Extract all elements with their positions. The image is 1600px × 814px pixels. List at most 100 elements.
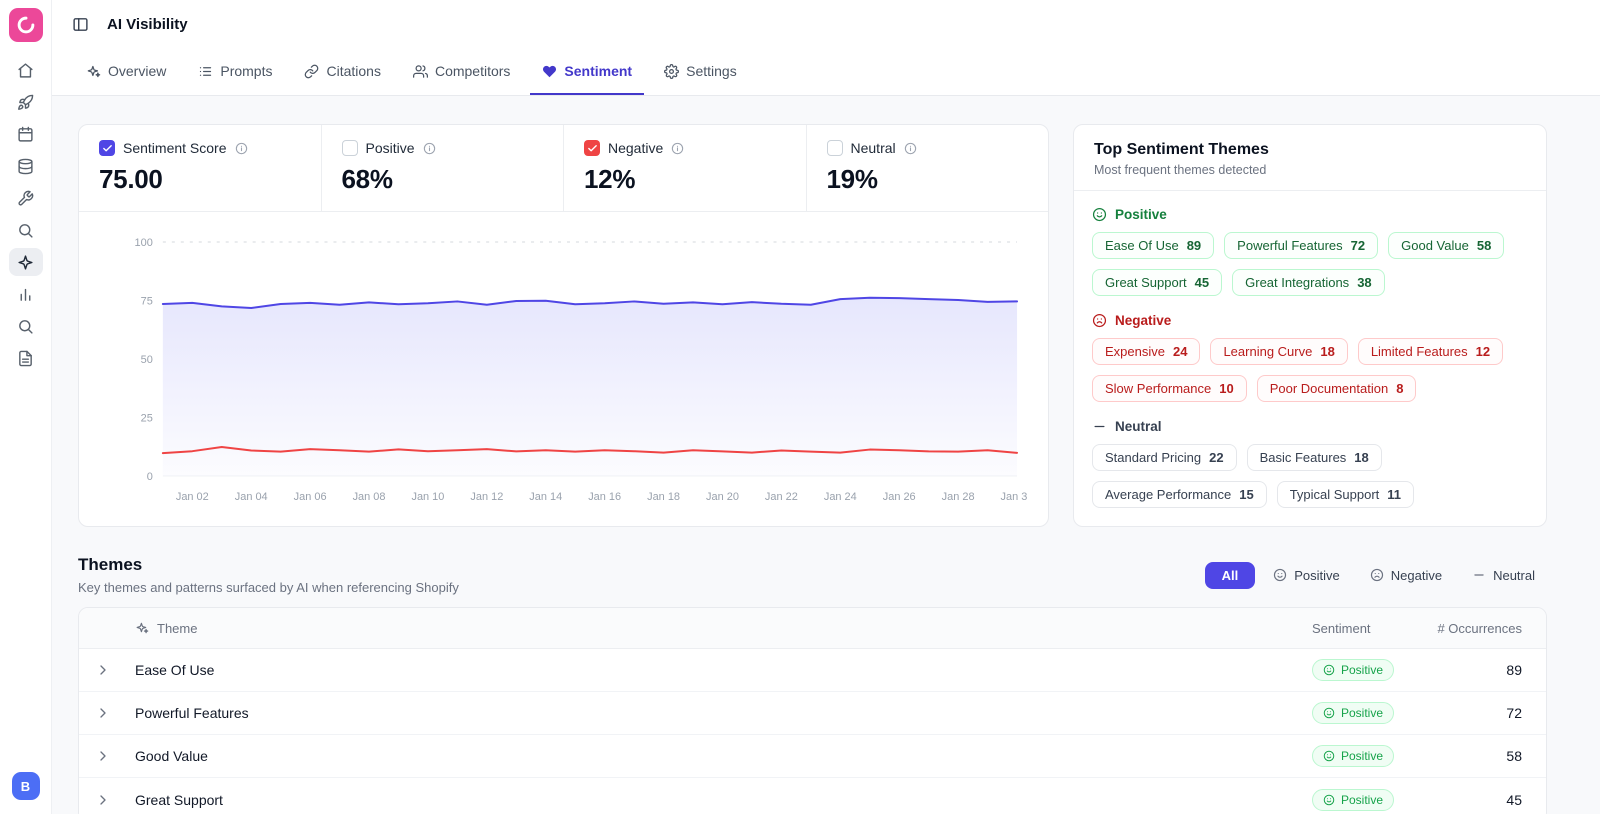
app-logo[interactable] (8, 8, 43, 42)
info-icon[interactable] (235, 142, 248, 155)
svg-text:100: 100 (135, 237, 153, 249)
sidebar-toggle-button[interactable] (68, 12, 93, 37)
sidebar-item-tools[interactable] (9, 184, 43, 212)
tab-settings[interactable]: Settings (652, 49, 749, 95)
tab-citations[interactable]: Citations (292, 49, 392, 95)
search-icon (17, 222, 34, 239)
gear-icon (664, 63, 680, 79)
table-header-row: Theme Sentiment # Occurrences (79, 608, 1546, 649)
table-row-great-support[interactable]: Great Support Positive 45 (79, 778, 1546, 814)
theme-chip-slow-performance[interactable]: Slow Performance 10 (1092, 375, 1247, 402)
theme-chip-great-integrations[interactable]: Great Integrations 38 (1232, 269, 1385, 296)
table-row-ease-of-use[interactable]: Ease Of Use Positive 89 (79, 649, 1546, 692)
sidebar-nav (8, 56, 43, 372)
sidebar-item-reports[interactable] (9, 344, 43, 372)
chevron-right-icon[interactable] (95, 705, 119, 721)
svg-text:Jan 26: Jan 26 (883, 491, 916, 503)
chevron-right-icon[interactable] (95, 748, 119, 764)
theme-chip-poor-documentation[interactable]: Poor Documentation 8 (1256, 375, 1417, 402)
theme-chip-typical-support[interactable]: Typical Support 11 (1276, 481, 1415, 508)
smile-icon (1323, 750, 1335, 762)
occurrences-value: 89 (1506, 662, 1522, 678)
info-icon[interactable] (423, 142, 436, 155)
svg-text:Jan 28: Jan 28 (942, 491, 975, 503)
sidebar-item-data[interactable] (9, 152, 43, 180)
smile-icon (1323, 794, 1335, 806)
sidebar-item-launch[interactable] (9, 88, 43, 116)
info-icon[interactable] (671, 142, 684, 155)
theme-group-neutral: Neutral Standard Pricing 22 Basic Features 1… (1092, 419, 1528, 508)
sentiment-chart-card: Sentiment Score 75.00 Positive 68% Negative 1… (78, 124, 1049, 527)
svg-text:Jan 04: Jan 04 (235, 491, 268, 503)
theme-chip-powerful-features[interactable]: Powerful Features 72 (1224, 232, 1379, 259)
filter-negative[interactable]: Negative (1358, 562, 1454, 589)
stats-row: Sentiment Score 75.00 Positive 68% Negative 1… (79, 125, 1048, 212)
group-label: Positive (1092, 207, 1528, 222)
info-icon[interactable] (904, 142, 917, 155)
tab-competitors[interactable]: Competitors (401, 49, 522, 95)
svg-text:50: 50 (141, 354, 153, 366)
themes-title: Themes (78, 555, 143, 574)
filter-neutral[interactable]: Neutral (1460, 562, 1547, 589)
theme-chip-limited-features[interactable]: Limited Features 12 (1357, 338, 1504, 365)
svg-text:Jan 22: Jan 22 (765, 491, 798, 503)
tab-overview[interactable]: Overview (74, 49, 178, 95)
theme-name: Ease Of Use (135, 662, 215, 678)
frown-icon (1370, 568, 1384, 582)
sentiment-score-checkbox[interactable] (99, 140, 115, 156)
stat-label: Neutral (850, 140, 896, 156)
sidebar-item-home[interactable] (9, 56, 43, 84)
tab-sentiment[interactable]: Sentiment (530, 49, 645, 95)
calendar-icon (17, 126, 34, 143)
topbar: AI Visibility (52, 0, 1600, 49)
table-row-good-value[interactable]: Good Value Positive 58 (79, 735, 1546, 778)
table-row-powerful-features[interactable]: Powerful Features Positive 72 (79, 692, 1546, 735)
theme-chip-learning-curve[interactable]: Learning Curve 18 (1210, 338, 1348, 365)
sidebar-item-calendar[interactable] (9, 120, 43, 148)
sidebar-item-search[interactable] (9, 216, 43, 244)
users-icon (412, 64, 428, 79)
neutral-checkbox[interactable] (826, 140, 843, 156)
theme-chip-expensive[interactable]: Expensive 24 (1092, 338, 1201, 365)
occurrences-column-header: # Occurrences (1437, 620, 1522, 636)
theme-chip-standard-pricing[interactable]: Standard Pricing 22 (1092, 444, 1237, 471)
tab-bar: Overview Prompts Citations Competitors Senti… (52, 49, 1600, 96)
stat-neutral: Neutral 19% (807, 125, 1049, 211)
sidebar-item-ai-visibility[interactable] (8, 248, 43, 276)
theme-chip-basic-features[interactable]: Basic Features 18 (1246, 444, 1382, 471)
heart-icon (542, 64, 557, 79)
chip-list: Expensive 24 Learning Curve 18 Limited Featu… (1092, 338, 1528, 402)
chevron-right-icon[interactable] (95, 792, 119, 808)
wrench-icon (17, 190, 34, 207)
tab-prompts[interactable]: Prompts (186, 49, 284, 95)
svg-text:Jan 30: Jan 30 (1001, 491, 1027, 503)
svg-text:Jan 18: Jan 18 (647, 491, 680, 503)
sentiment-filters: All Positive Negative Neutral (1204, 561, 1547, 589)
theme-chip-great-support[interactable]: Great Support 45 (1092, 269, 1223, 296)
chip-list: Ease Of Use 89 Powerful Features 72 Good Val… (1092, 232, 1528, 296)
theme-chip-average-performance[interactable]: Average Performance 15 (1092, 481, 1267, 508)
top-themes-subtitle: Most frequent themes detected (1094, 163, 1267, 177)
sidebar-item-research[interactable] (9, 312, 43, 340)
theme-group-positive: Positive Ease Of Use 89 Powerful Features 72… (1092, 207, 1528, 296)
stat-label: Negative (608, 140, 664, 156)
filter-all[interactable]: All (1204, 561, 1256, 589)
filter-positive[interactable]: Positive (1261, 562, 1352, 589)
themes-section-titles: Themes Key themes and patterns surfaced … (78, 555, 459, 595)
stat-positive: Positive 68% (322, 125, 564, 211)
page-title: AI Visibility (107, 16, 188, 33)
svg-text:25: 25 (141, 412, 153, 424)
positive-checkbox[interactable] (341, 140, 358, 156)
sidebar-footer: B (11, 772, 40, 800)
smile-icon (1323, 707, 1335, 719)
chevron-right-icon[interactable] (95, 662, 119, 678)
list-icon (198, 64, 213, 79)
user-avatar[interactable]: B (11, 772, 40, 800)
negative-checkbox[interactable] (584, 140, 600, 156)
theme-chip-good-value[interactable]: Good Value 58 (1388, 232, 1505, 259)
theme-chip-ease-of-use[interactable]: Ease Of Use 89 (1092, 232, 1215, 259)
sentiment-badge: Positive (1312, 788, 1395, 811)
tab-label: Sentiment (564, 63, 633, 79)
themes-subtitle: Key themes and patterns surfaced by AI w… (78, 580, 459, 595)
sidebar-item-analytics[interactable] (9, 280, 43, 308)
